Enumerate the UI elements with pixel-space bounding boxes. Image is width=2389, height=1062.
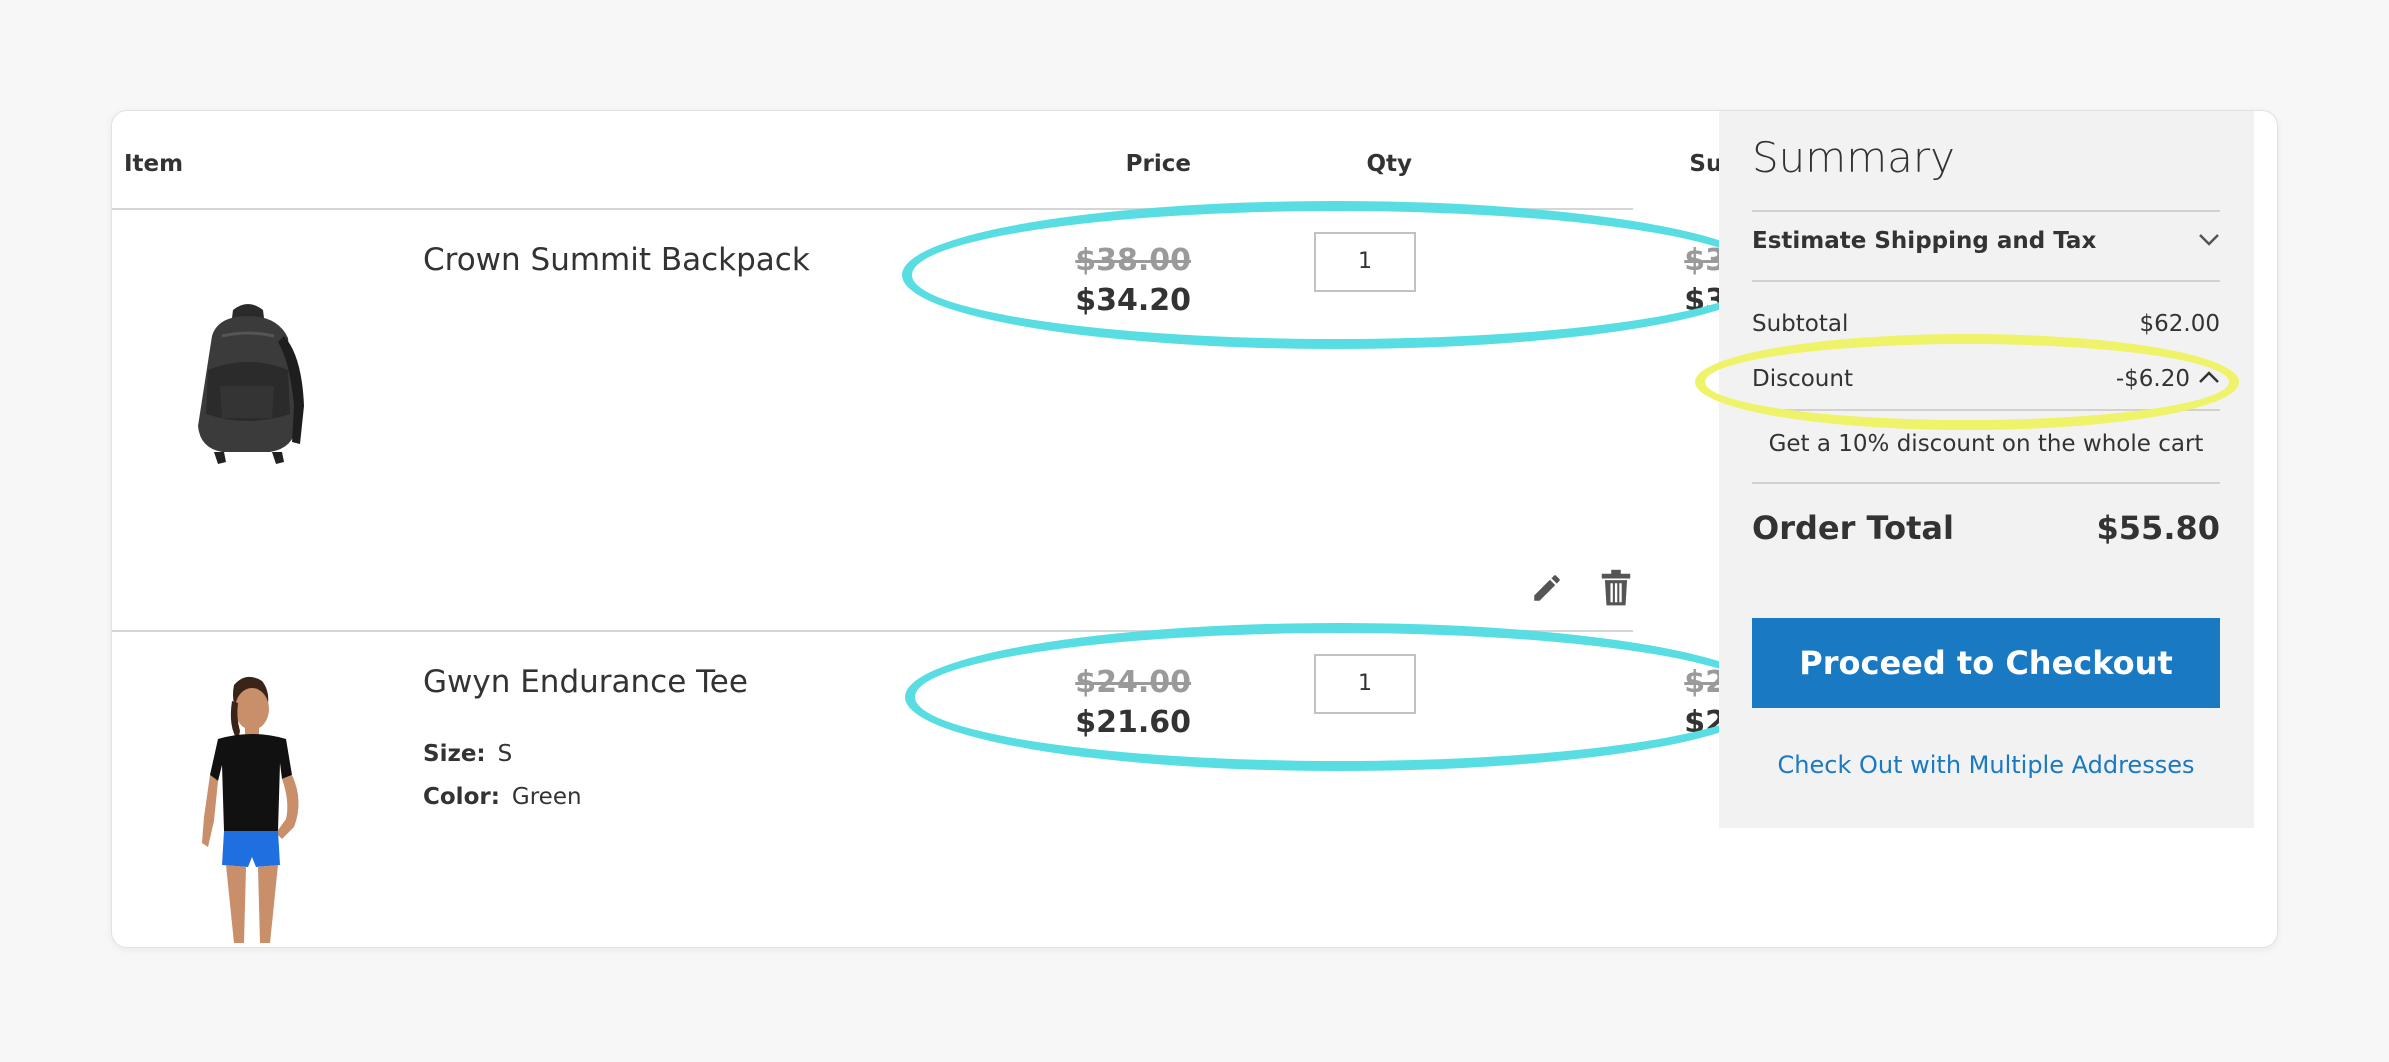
option-label: Color: xyxy=(423,784,500,810)
order-total-value: $55.80 xyxy=(2096,509,2220,547)
summary-divider xyxy=(1752,210,2220,212)
option-size: Size: S xyxy=(423,741,512,767)
multiple-addresses-link[interactable]: Check Out with Multiple Addresses xyxy=(1752,751,2220,779)
discount-description: Get a 10% discount on the whole cart xyxy=(1768,431,2204,457)
option-color: Color: Green xyxy=(423,784,582,810)
annotation-ring-item2 xyxy=(905,623,1773,771)
option-label: Size: xyxy=(423,741,486,767)
chevron-down-icon[interactable] xyxy=(2198,233,2220,247)
option-value: Green xyxy=(511,784,582,810)
product-name-tee[interactable]: Gwyn Endurance Tee xyxy=(423,664,748,700)
edit-icon[interactable] xyxy=(1530,571,1564,605)
summary-panel: Summary Estimate Shipping and Tax Subtot… xyxy=(1719,111,2254,828)
tee-model-image[interactable] xyxy=(182,671,322,947)
subtotal-value: $62.00 xyxy=(2139,311,2220,337)
estimate-shipping-toggle[interactable]: Estimate Shipping and Tax xyxy=(1752,228,2096,254)
column-header-qty: Qty xyxy=(1366,151,1412,177)
option-value: S xyxy=(497,741,513,767)
annotation-ring-discount xyxy=(1695,334,2239,430)
trash-icon[interactable] xyxy=(1600,569,1632,607)
summary-title: Summary xyxy=(1752,133,1955,182)
order-total-label: Order Total xyxy=(1752,509,1954,547)
product-name-backpack[interactable]: Crown Summit Backpack xyxy=(423,242,810,278)
summary-divider xyxy=(1752,280,2220,282)
backpack-image[interactable] xyxy=(178,296,318,466)
proceed-to-checkout-button[interactable]: Proceed to Checkout xyxy=(1752,618,2220,708)
column-header-price: Price xyxy=(1125,151,1191,177)
cart-card: Item Price Qty Subtotal Crown Summit Bac… xyxy=(111,110,2278,948)
column-header-item: Item xyxy=(124,151,184,177)
subtotal-label: Subtotal xyxy=(1752,311,1849,337)
summary-divider xyxy=(1752,482,2220,484)
annotation-ring-item1 xyxy=(902,201,1770,349)
